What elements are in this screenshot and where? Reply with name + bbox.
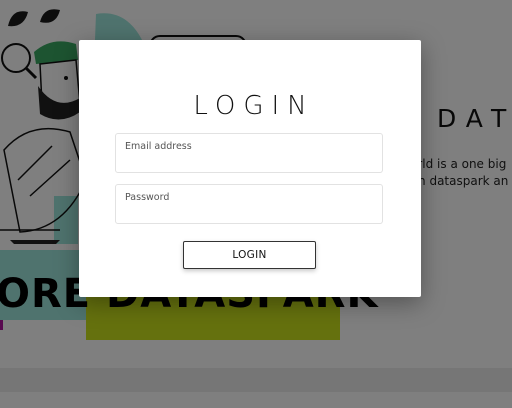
login-modal: LOGIN Email address Password LOGIN xyxy=(79,40,421,297)
password-input[interactable] xyxy=(124,201,374,219)
email-field[interactable]: Email address xyxy=(115,133,383,173)
login-button[interactable]: LOGIN xyxy=(183,241,316,269)
modal-title: LOGIN xyxy=(193,91,315,121)
email-input[interactable] xyxy=(124,150,374,168)
password-field[interactable]: Password xyxy=(115,184,383,224)
